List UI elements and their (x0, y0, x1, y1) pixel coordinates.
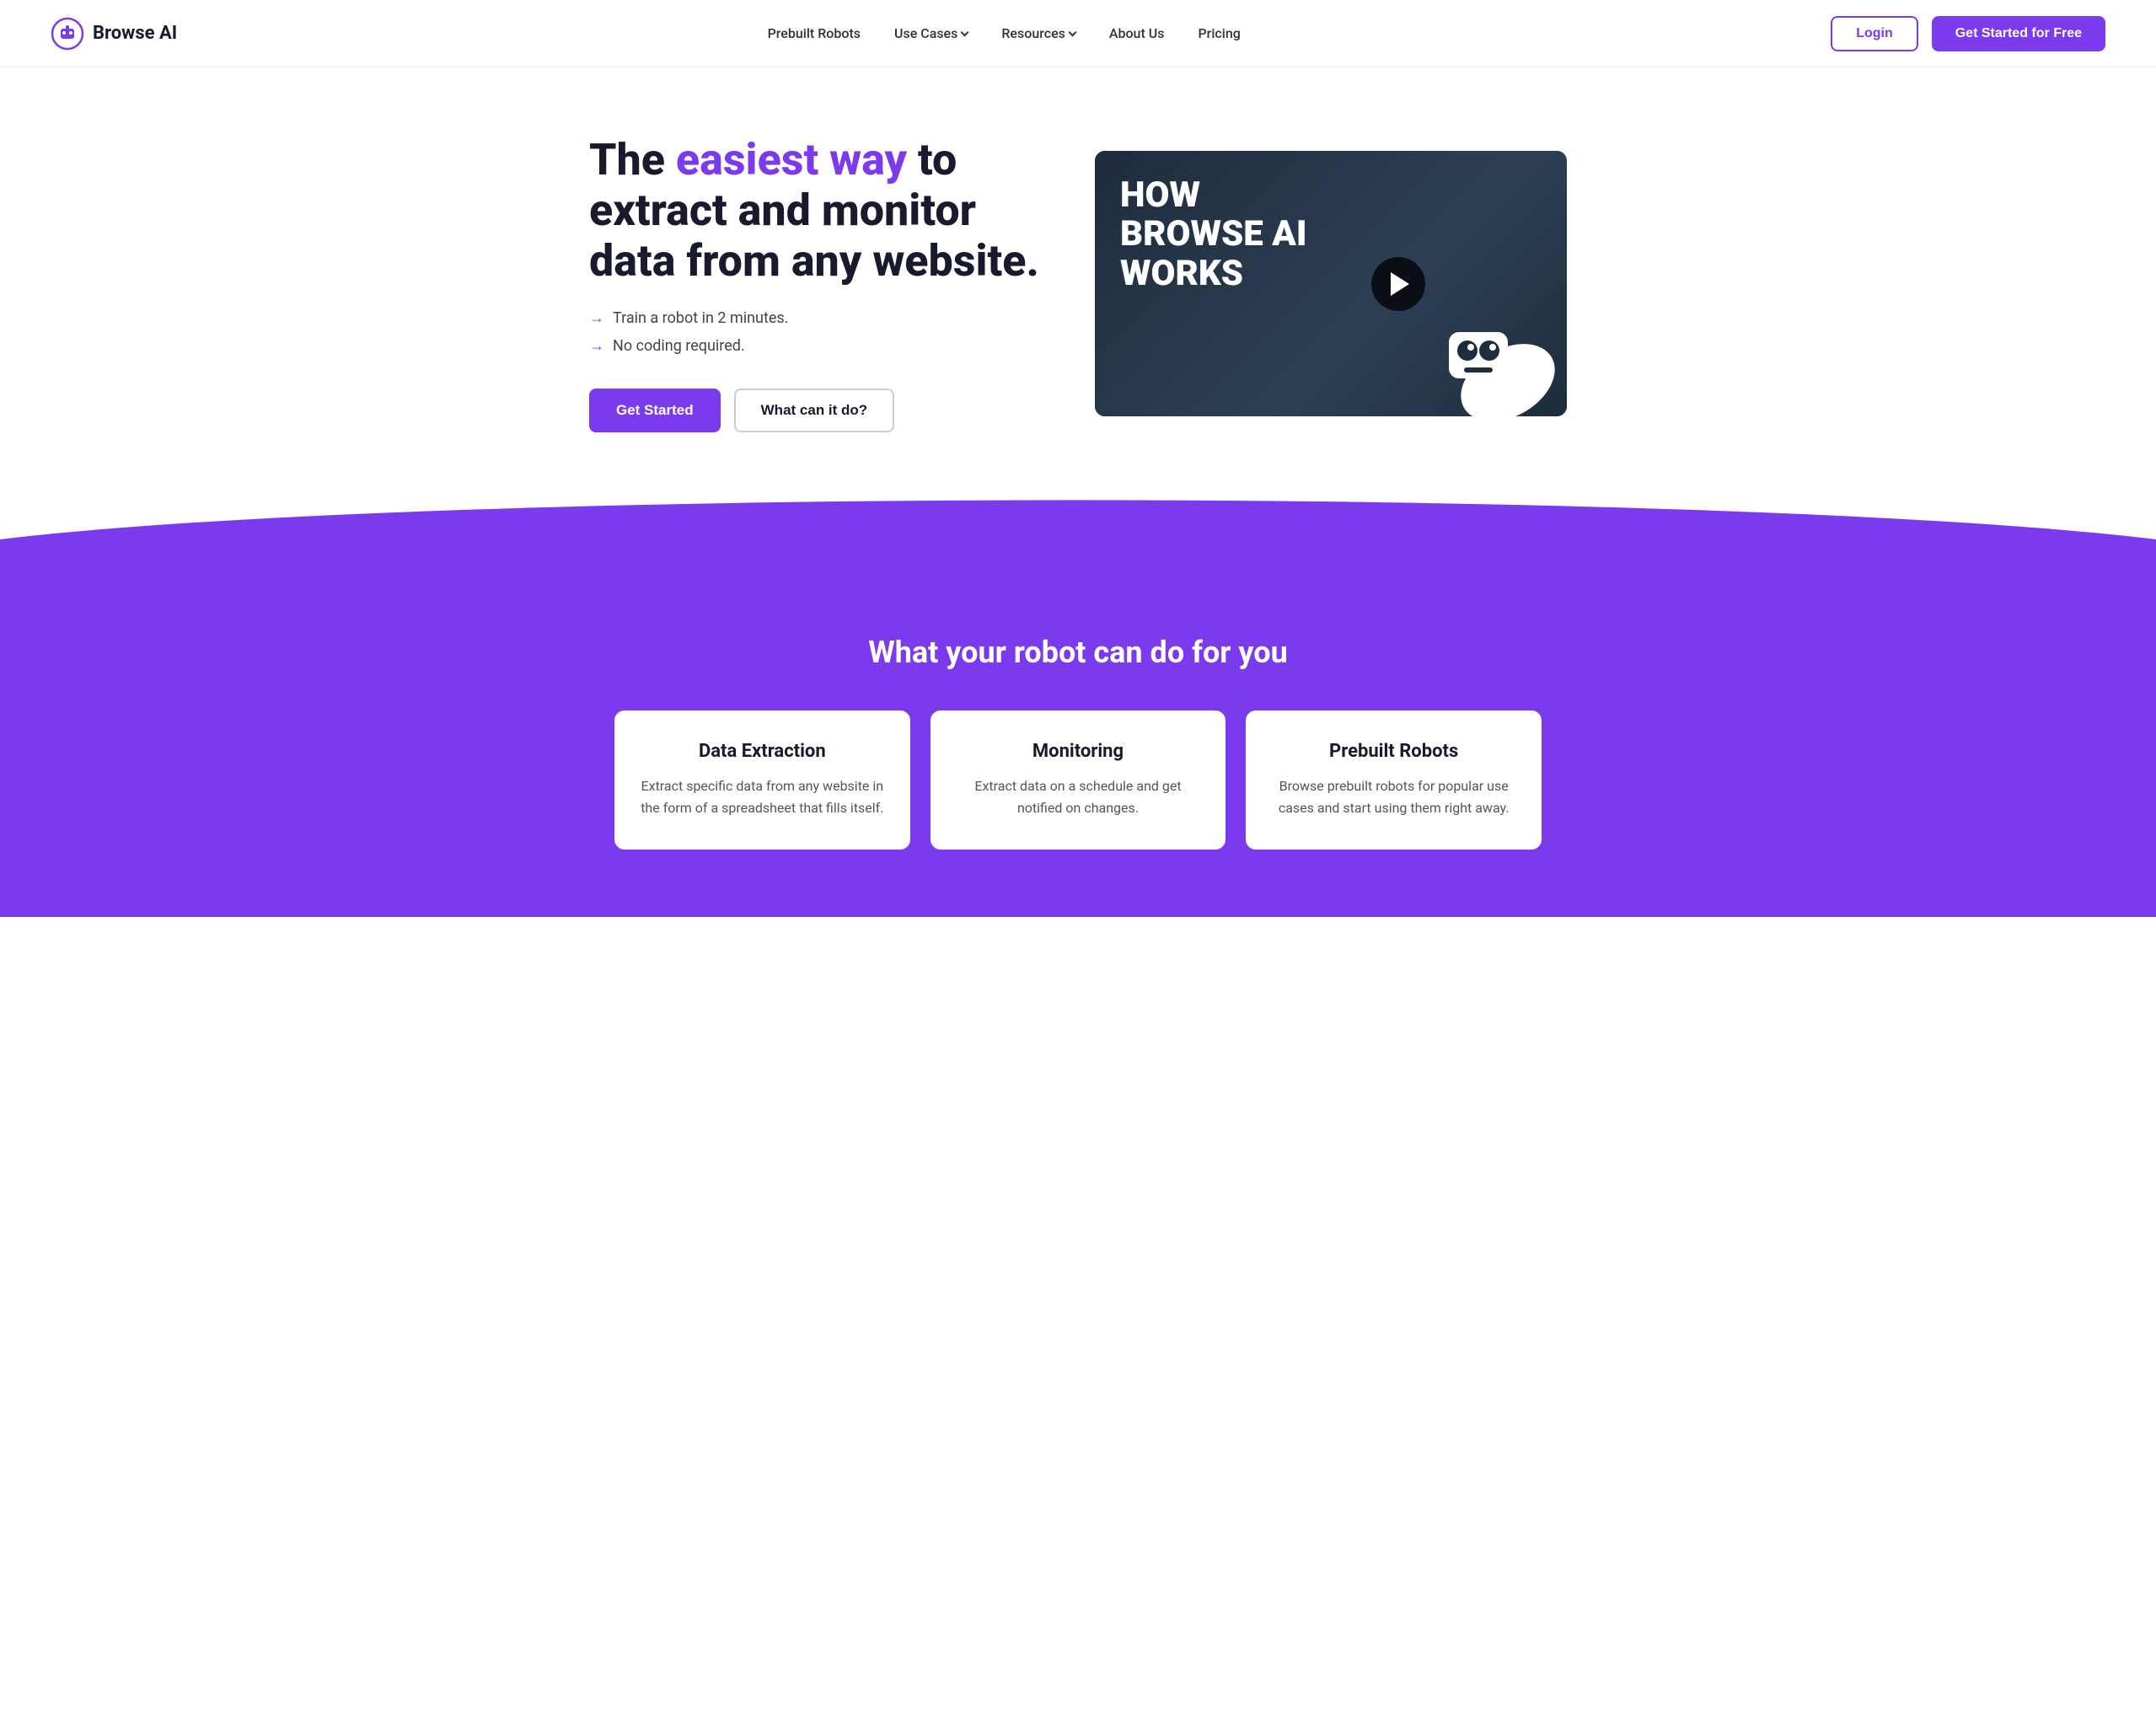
video-thumbnail[interactable]: HOW BROWSE AI WORKS (1095, 151, 1567, 416)
nav-actions: Login Get Started for Free (1831, 16, 2105, 51)
chevron-down-icon (1068, 29, 1076, 37)
hero-video: HOW BROWSE AI WORKS (1095, 151, 1567, 416)
nav-item-prebuilt[interactable]: Prebuilt Robots (768, 25, 861, 41)
card-title-monitoring: Monitoring (954, 741, 1203, 762)
get-started-nav-button[interactable]: Get Started for Free (1932, 16, 2105, 51)
hero-features: → Train a robot in 2 minutes. → No codin… (589, 309, 1044, 355)
hero-buttons: Get Started What can it do? (589, 389, 1044, 432)
feature-card-prebuilt: Prebuilt Robots Browse prebuilt robots f… (1246, 710, 1542, 849)
robot-illustration (1398, 248, 1567, 416)
section-title: What your robot can do for you (51, 635, 2105, 670)
cards-grid: Data Extraction Extract specific data fr… (614, 710, 1542, 849)
nav-item-pricing[interactable]: Pricing (1198, 25, 1240, 41)
arrow-icon: → (589, 309, 604, 327)
nav-link-about[interactable]: About Us (1109, 25, 1165, 41)
nav-item-about[interactable]: About Us (1109, 25, 1165, 41)
nav-link-resources[interactable]: Resources (1001, 25, 1075, 41)
hero-content: The easiest way to extract and monitor d… (589, 135, 1044, 432)
hero-title-highlight: easiest way (676, 134, 907, 185)
feature-card-monitoring: Monitoring Extract data on a schedule an… (931, 710, 1226, 849)
arrow-icon: → (589, 337, 604, 355)
feature-card-data-extraction: Data Extraction Extract specific data fr… (614, 710, 910, 849)
hero-section: The easiest way to extract and monitor d… (539, 67, 1617, 517)
hero-title: The easiest way to extract and monitor d… (589, 135, 1044, 286)
hero-feature-1: → Train a robot in 2 minutes. (589, 309, 1044, 327)
logo-icon (51, 17, 84, 51)
hero-title-part1: The (589, 134, 676, 185)
video-text: HOW BROWSE AI WORKS (1120, 176, 1307, 293)
get-started-button[interactable]: Get Started (589, 389, 721, 432)
nav-link-use-cases[interactable]: Use Cases (894, 25, 968, 41)
what-can-button[interactable]: What can it do? (734, 389, 895, 432)
chevron-down-icon (961, 29, 969, 37)
card-title-data-extraction: Data Extraction (638, 741, 887, 762)
nav-link-prebuilt[interactable]: Prebuilt Robots (768, 25, 861, 41)
navbar: Browse AI Prebuilt Robots Use Cases Reso… (0, 0, 2156, 67)
purple-section: What your robot can do for you Data Extr… (0, 567, 2156, 916)
hero-feature-2: → No coding required. (589, 337, 1044, 355)
nav-link-pricing[interactable]: Pricing (1198, 25, 1240, 41)
card-title-prebuilt: Prebuilt Robots (1269, 741, 1518, 762)
video-play-button[interactable] (1371, 257, 1425, 311)
nav-item-use-cases[interactable]: Use Cases (894, 25, 968, 41)
brand-name: Browse AI (93, 23, 177, 44)
card-desc-prebuilt: Browse prebuilt robots for popular use c… (1269, 775, 1518, 818)
login-button[interactable]: Login (1831, 16, 1918, 51)
nav-item-resources[interactable]: Resources (1001, 25, 1075, 41)
card-desc-data-extraction: Extract specific data from any website i… (638, 775, 887, 818)
card-desc-monitoring: Extract data on a schedule and get notif… (954, 775, 1203, 818)
nav-links: Prebuilt Robots Use Cases Resources Abou… (768, 25, 1241, 41)
brand-logo[interactable]: Browse AI (51, 17, 177, 51)
